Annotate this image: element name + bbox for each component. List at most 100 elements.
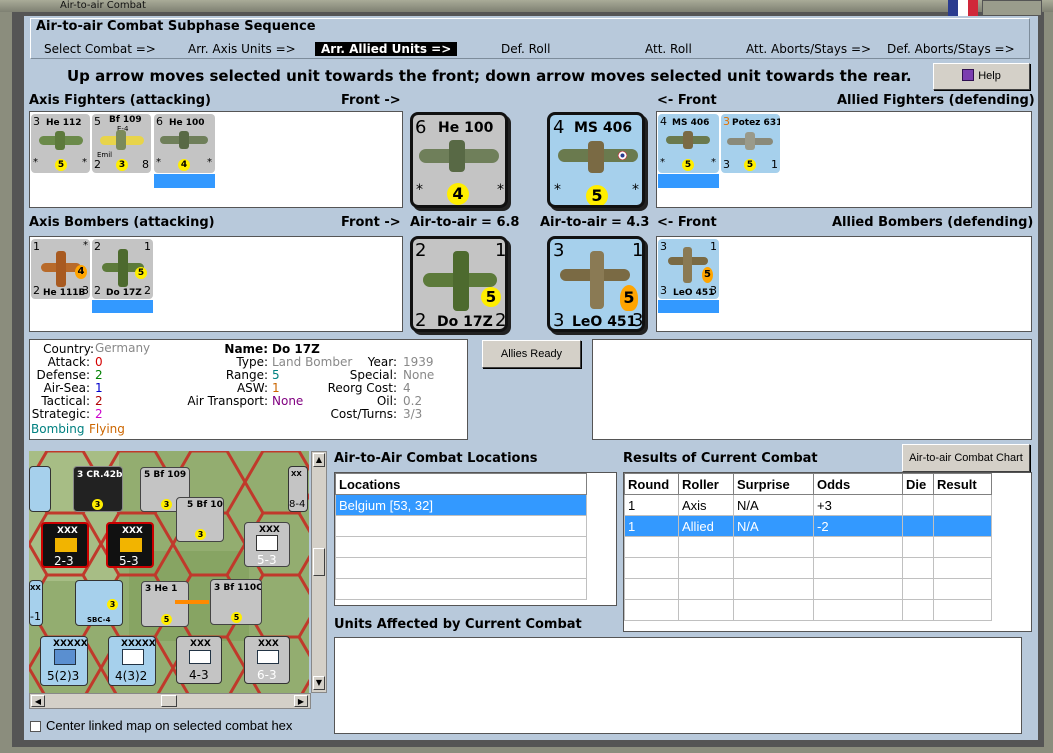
unit-bf109[interactable]: 5 Bf 109 E-4 Emil 2 3 8 [92, 114, 151, 173]
type-value: Land Bomber [272, 355, 353, 369]
map-counter-cr42[interactable]: 3 CR.42bis 3 [73, 466, 123, 512]
unit-he111b[interactable]: 1 * 4 2 He 111B 3 [31, 239, 90, 299]
allies-ready-button[interactable]: Allies Ready [482, 340, 581, 368]
unit-he111b-tr: * [83, 240, 88, 251]
unit-bf109-tl: 5 [94, 115, 101, 128]
map-counter-army-b[interactable]: XXXXX 4(3)2 [108, 636, 156, 686]
map-horizontal-scrollbar[interactable]: ◀ ▶ [29, 693, 311, 709]
map-counter-bf109b[interactable]: 5 Bf 109 3 [176, 497, 224, 542]
infantry-icon [189, 650, 211, 664]
axis-front-bomber[interactable]: 2 1 5 2 Do 17Z 2 [410, 236, 508, 332]
transport-value: None [272, 394, 304, 408]
unit-he100[interactable]: 6 He 100 * 4 * [154, 114, 215, 173]
allied-front-fighter-bl: * [554, 182, 561, 198]
unit-leo451[interactable]: 3 1 5 3 LeO 451 3 [658, 239, 719, 299]
combat-chart-button[interactable]: Air-to-air Combat Chart [902, 444, 1030, 472]
step-arr-axis-units[interactable]: Arr. Axis Units => [188, 42, 296, 56]
unit-he112[interactable]: 3 He 112 * 5 * [31, 114, 90, 173]
scroll-left-icon[interactable]: ◀ [31, 695, 45, 707]
col-die[interactable]: Die [902, 473, 934, 495]
locations-list[interactable]: Locations Belgium [53, 32] [334, 472, 617, 606]
step-arr-allied-units[interactable]: Arr. Allied Units => [315, 42, 458, 56]
table-row[interactable]: 1 Axis N/A +3 [624, 494, 992, 516]
axis-front-bomber-bl: 2 [415, 310, 427, 331]
unit-bf109-bl: 2 [94, 158, 101, 171]
map-counter-bf109a-dot: 3 [161, 499, 172, 510]
unit-potez-tl: 3 [723, 115, 730, 128]
scroll-right-icon[interactable]: ▶ [294, 695, 308, 707]
unit-he111b-br: 3 [82, 284, 89, 297]
map-counter-edge[interactable] [29, 466, 51, 512]
axis-front-fighter-br: * [497, 182, 504, 198]
cell-odds: +3 [813, 494, 903, 516]
unit-he112-br: * [82, 157, 87, 168]
axis-front-fighter[interactable]: 6 He 100 * 4 * [410, 112, 508, 208]
center-map-checkbox[interactable] [30, 721, 41, 732]
unit-ms406-br: * [711, 157, 716, 168]
axis-front-bomber-tl: 2 [415, 240, 427, 261]
table-row[interactable]: 1 Allied N/A -2 [624, 515, 992, 537]
cell-round: 1 [624, 494, 679, 516]
axis-front-fighter-name: He 100 [438, 120, 494, 136]
map-counter-army-a-top: XXXXX [53, 639, 88, 649]
allied-front-bomber[interactable]: 3 1 5 3 LeO 451 3 [547, 236, 645, 332]
col-result[interactable]: Result [933, 473, 992, 495]
window-titlebar[interactable]: Air-to-air Combat [0, 0, 1053, 12]
infantry-icon [120, 538, 142, 552]
col-round[interactable]: Round [624, 473, 679, 495]
affected-title: Units Affected by Current Combat [334, 617, 582, 632]
infantry-icon [256, 535, 278, 551]
col-surprise[interactable]: Surprise [733, 473, 814, 495]
col-roller[interactable]: Roller [678, 473, 734, 495]
affected-units-panel[interactable] [334, 637, 1022, 734]
location-row[interactable]: Belgium [53, 32] [335, 494, 587, 516]
unit-he100-bl: * [156, 157, 161, 168]
unit-potez-name: Potez 631 [732, 118, 780, 128]
cell-die [902, 515, 934, 537]
map-counter-italy-b[interactable]: XXX 5-3 [106, 522, 154, 568]
attack-arrow-icon [175, 600, 209, 604]
map-counter-bf110[interactable]: 3 Bf 110C 5 [210, 579, 262, 625]
step-def-roll[interactable]: Def. Roll [501, 42, 550, 56]
step-def-aborts[interactable]: Def. Aborts/Stays => [887, 42, 1015, 56]
map-counter-edge2[interactable]: XX -1 [29, 580, 43, 626]
map-counter-sbc4[interactable]: 3 SBC-4 [75, 580, 123, 626]
unit-he112-dot: 5 [55, 159, 67, 171]
cell-surprise: N/A [733, 494, 814, 516]
map-vscroll-thumb[interactable] [313, 548, 325, 576]
cell-odds: -2 [813, 515, 903, 537]
map-counter-french-a[interactable]: XXX 5-3 [244, 522, 290, 567]
unit-he111b-dot: 4 [75, 265, 87, 279]
scroll-up-icon[interactable]: ▲ [313, 453, 325, 467]
unit-he100-tl: 6 [156, 115, 163, 128]
unit-potez631[interactable]: 3 Potez 631 3 5 1 [721, 114, 780, 173]
allied-bombers-front: <- Front [657, 215, 717, 230]
infantry-icon [55, 538, 77, 552]
step-select-combat[interactable]: Select Combat => [44, 42, 156, 56]
map-vertical-scrollbar[interactable]: ▲ ▼ [311, 451, 327, 693]
window-controls[interactable] [982, 0, 1042, 16]
allied-front-fighter[interactable]: 4 MS 406 * 5 * [547, 112, 645, 208]
location-row-empty [335, 578, 587, 600]
map-counter-army-a[interactable]: XXXXX 5(2)3 [40, 636, 88, 686]
unit-do17z-dot: 5 [135, 267, 147, 279]
unit-bf109-dot: 3 [116, 159, 128, 171]
map-counter-edge3[interactable]: XX 8-4 [288, 466, 308, 512]
col-odds[interactable]: Odds [813, 473, 903, 495]
unit-ms406[interactable]: 4 MS 406 * 5 * [658, 114, 719, 173]
help-button[interactable]: Help [933, 63, 1030, 90]
plane-wing-icon [683, 131, 693, 149]
step-att-aborts[interactable]: Att. Aborts/Stays => [746, 42, 871, 56]
map-hscroll-thumb[interactable] [161, 695, 177, 707]
map-counter-corps-b[interactable]: XXX 6-3 [244, 636, 290, 684]
unit-do17z[interactable]: 2 1 5 2 Do 17Z 2 [92, 239, 153, 299]
plane-wing-icon [179, 131, 189, 149]
map-counter-corps-a[interactable]: XXX 4-3 [176, 636, 222, 684]
allied-fighters-front: <- Front [657, 93, 717, 108]
step-att-roll[interactable]: Att. Roll [645, 42, 692, 56]
map-counter-italy-a[interactable]: XXX 2-3 [41, 522, 89, 568]
unit-ms406-name: MS 406 [672, 118, 710, 128]
map-counter-sbc4-dot: 3 [107, 599, 118, 610]
scroll-down-icon[interactable]: ▼ [313, 676, 325, 690]
map-counter-he111[interactable]: 3 He 1 5 [141, 581, 189, 627]
